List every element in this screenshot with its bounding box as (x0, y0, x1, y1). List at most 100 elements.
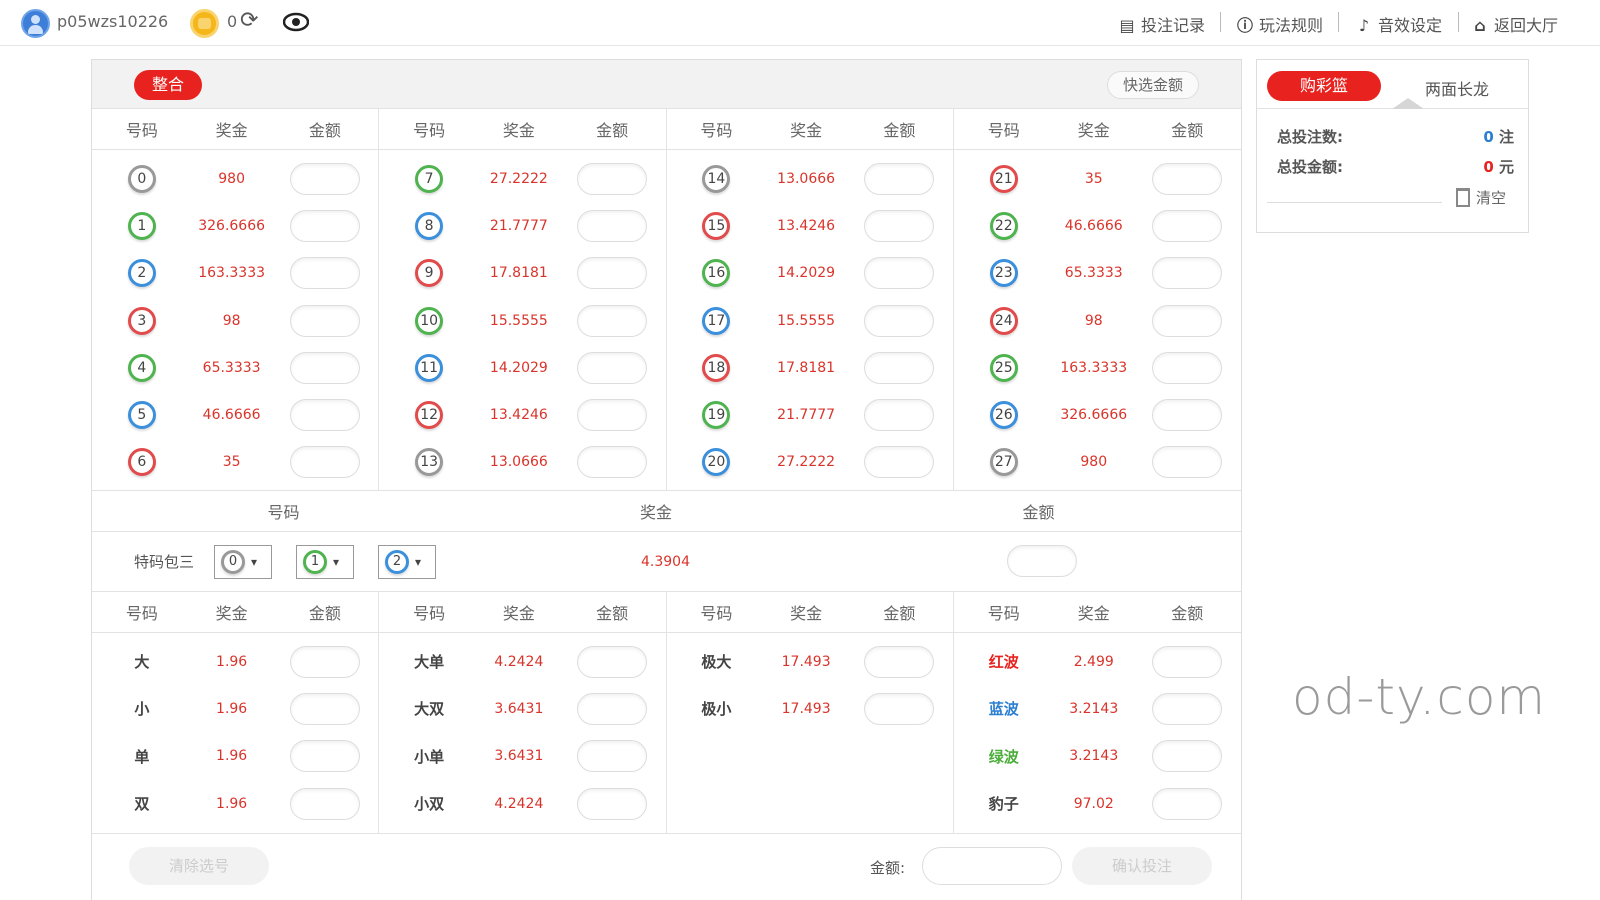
nav-back-to-lobby[interactable]: ⌂ 返回大厅 (1471, 12, 1558, 36)
number-ball[interactable]: 8 (415, 211, 444, 240)
amount-input[interactable] (864, 446, 935, 479)
number-ball[interactable]: 3 (127, 306, 156, 335)
number-ball[interactable]: 5 (127, 401, 156, 430)
amount-input[interactable] (864, 209, 935, 242)
special-select-3[interactable]: 2 ▾ (378, 545, 436, 579)
number-ball[interactable]: 23 (989, 259, 1018, 288)
amount-input[interactable] (577, 162, 648, 195)
bet-label[interactable]: 蓝波 (989, 698, 1019, 719)
amount-input[interactable] (577, 351, 648, 384)
tab-bet-basket[interactable]: 购彩篮 (1267, 71, 1381, 101)
bet-label[interactable]: 豹子 (989, 793, 1019, 814)
amount-input[interactable] (577, 446, 648, 479)
number-ball[interactable]: 12 (415, 401, 444, 430)
bet-label[interactable]: 双 (134, 793, 149, 814)
bet-label[interactable]: 红波 (989, 651, 1019, 672)
amount-input[interactable] (577, 209, 648, 242)
number-ball[interactable]: 15 (702, 211, 731, 240)
clear-basket-button[interactable]: 清空 (1456, 187, 1506, 208)
amount-input[interactable] (577, 257, 648, 290)
amount-input[interactable] (922, 847, 1062, 885)
amount-input[interactable] (1152, 740, 1223, 773)
special-amount-input[interactable] (1007, 545, 1077, 577)
number-ball[interactable]: 7 (415, 164, 444, 193)
amount-input[interactable] (864, 692, 935, 725)
bet-label[interactable]: 单 (134, 746, 149, 767)
amount-input[interactable] (864, 162, 935, 195)
bet-label[interactable]: 绿波 (989, 746, 1019, 767)
amount-input[interactable] (289, 399, 360, 432)
bet-label[interactable]: 大 (134, 651, 149, 672)
number-ball[interactable]: 24 (989, 306, 1018, 335)
amount-input[interactable] (1152, 399, 1223, 432)
bet-label[interactable]: 小 (134, 698, 149, 719)
bet-label[interactable]: 小单 (414, 746, 444, 767)
refresh-icon[interactable]: ⟳ (240, 8, 258, 33)
number-ball[interactable]: 25 (989, 353, 1018, 382)
amount-input[interactable] (1152, 645, 1223, 678)
number-ball[interactable]: 2 (127, 259, 156, 288)
amount-input[interactable] (1152, 787, 1223, 820)
nav-rules[interactable]: ⓘ 玩法规则 (1236, 12, 1323, 36)
amount-input[interactable] (1152, 304, 1223, 337)
number-ball[interactable]: 19 (702, 401, 731, 430)
bet-label[interactable]: 大单 (414, 651, 444, 672)
number-ball[interactable]: 21 (989, 164, 1018, 193)
special-select-1[interactable]: 0 ▾ (214, 545, 272, 579)
amount-input[interactable] (289, 162, 360, 195)
quick-amount-button[interactable]: 快选金额 (1107, 71, 1199, 99)
number-ball[interactable]: 27 (989, 448, 1018, 477)
number-ball[interactable]: 1 (127, 211, 156, 240)
amount-input[interactable] (1152, 162, 1223, 195)
user-avatar-icon[interactable] (21, 9, 50, 38)
amount-input[interactable] (289, 645, 360, 678)
clear-selection-button[interactable]: 清除选号 (129, 847, 269, 885)
tab-long-dragon[interactable]: 两面长龙 (1425, 76, 1489, 100)
nav-bet-records[interactable]: ▤ 投注记录 (1118, 12, 1205, 36)
amount-input[interactable] (1152, 351, 1223, 384)
amount-input[interactable] (577, 645, 648, 678)
amount-input[interactable] (864, 304, 935, 337)
amount-input[interactable] (577, 740, 648, 773)
number-ball[interactable]: 18 (702, 353, 731, 382)
special-select-2[interactable]: 1 ▾ (296, 545, 354, 579)
amount-input[interactable] (577, 787, 648, 820)
amount-input[interactable] (577, 304, 648, 337)
number-ball[interactable]: 26 (989, 401, 1018, 430)
number-ball[interactable]: 17 (702, 306, 731, 335)
amount-input[interactable] (289, 351, 360, 384)
number-ball[interactable]: 6 (127, 448, 156, 477)
number-ball[interactable]: 11 (415, 353, 444, 382)
bet-label[interactable]: 极大 (701, 651, 731, 672)
bet-label[interactable]: 极小 (701, 698, 731, 719)
amount-input[interactable] (1152, 692, 1223, 725)
number-ball[interactable]: 14 (702, 164, 731, 193)
confirm-bet-button[interactable]: 确认投注 (1072, 847, 1212, 885)
bet-label[interactable]: 小双 (414, 793, 444, 814)
eye-icon[interactable] (283, 12, 309, 32)
bet-label[interactable]: 大双 (414, 698, 444, 719)
amount-input[interactable] (1152, 257, 1223, 290)
amount-input[interactable] (1152, 446, 1223, 479)
amount-input[interactable] (577, 399, 648, 432)
amount-input[interactable] (864, 351, 935, 384)
amount-input[interactable] (289, 257, 360, 290)
number-ball[interactable]: 0 (127, 164, 156, 193)
amount-input[interactable] (864, 257, 935, 290)
number-ball[interactable]: 10 (415, 306, 444, 335)
number-ball[interactable]: 4 (127, 353, 156, 382)
amount-input[interactable] (289, 304, 360, 337)
number-ball[interactable]: 20 (702, 448, 731, 477)
number-ball[interactable]: 16 (702, 259, 731, 288)
tab-combined[interactable]: 整合 (134, 70, 202, 100)
amount-input[interactable] (577, 692, 648, 725)
amount-input[interactable] (864, 399, 935, 432)
number-ball[interactable]: 9 (415, 259, 444, 288)
amount-input[interactable] (289, 692, 360, 725)
amount-input[interactable] (289, 740, 360, 773)
amount-input[interactable] (864, 645, 935, 678)
nav-sound-settings[interactable]: ♪ 音效设定 (1355, 12, 1442, 36)
number-ball[interactable]: 13 (415, 448, 444, 477)
amount-input[interactable] (289, 209, 360, 242)
amount-input[interactable] (1152, 209, 1223, 242)
